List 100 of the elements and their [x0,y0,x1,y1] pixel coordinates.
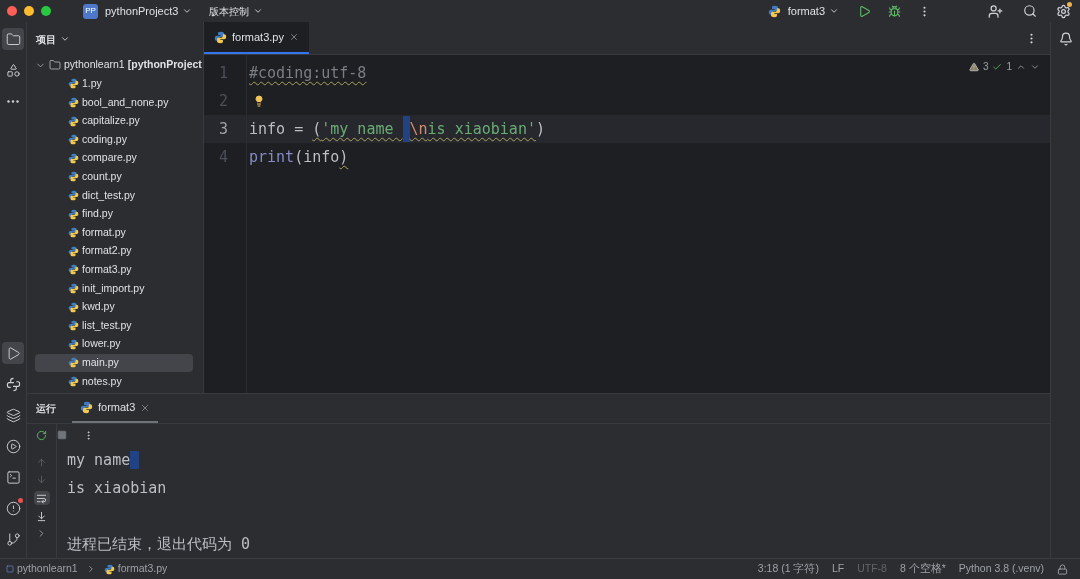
python-icon [68,264,79,276]
file-item[interactable]: count.py [35,167,193,187]
typo-icon [992,61,1003,72]
python-icon [68,171,79,183]
folder-icon [49,59,61,72]
file-item[interactable]: dict_test.py [35,186,193,205]
python-icon [68,227,79,239]
python-icon [68,338,79,350]
add-user-icon[interactable] [988,3,1003,19]
python-icon [68,245,79,257]
file-item[interactable]: 1.py [35,74,193,94]
typo-count[interactable]: 1 [1006,59,1012,74]
python-icon [68,115,79,127]
file-item[interactable]: lower.py [35,334,193,354]
file-item[interactable]: format2.py [35,241,193,261]
python-icon [68,375,79,387]
breadcrumb-item[interactable]: pythonlearn1 [17,561,78,577]
file-item[interactable]: kwd.py [35,297,193,317]
project-icon [5,31,21,47]
vcs-dropdown[interactable]: 版本控制 [209,3,264,19]
run-tool-button[interactable] [2,342,24,364]
file-item[interactable]: bool_and_none.py [35,93,193,112]
file-item[interactable]: capitalize.py [35,111,193,131]
warning-count[interactable]: 3 [982,59,989,74]
tree-folder[interactable]: pythonlearn1 [pythonProject [27,56,203,75]
module-icon [6,565,14,573]
minimize-window-button[interactable] [24,6,34,16]
status-item[interactable]: 8 个空格* [899,561,946,577]
run-icon[interactable] [858,4,871,18]
python-icon [767,4,781,18]
project-badge: PP [83,3,98,19]
file-item[interactable]: format.py [35,223,193,242]
line-number: 3 [204,115,246,143]
file-item[interactable]: notes.py [35,372,193,391]
project-dropdown[interactable]: pythonProject3 [105,2,193,20]
soft-wrap-button[interactable] [33,491,50,505]
python-icon [68,208,79,220]
terminal-icon [5,469,21,485]
warning-icon [968,61,979,72]
close-window-button[interactable] [7,6,17,16]
debug-icon[interactable] [888,4,901,18]
project-name: [pythonProject [127,57,202,73]
project-panel-title[interactable]: 项目 [36,31,70,47]
file-item[interactable]: format3.py [35,260,193,280]
python-icon [68,78,79,90]
status-item[interactable]: 3:18 (1 字符) [757,561,819,577]
breadcrumb-item[interactable]: format3.py [117,561,168,577]
status-item[interactable]: LF [831,561,845,577]
scroll-to-end-icon[interactable] [36,511,47,522]
git-icon [5,531,21,547]
status-item[interactable]: Python 3.8 (.venv) [958,561,1044,577]
run-config-dropdown[interactable]: format3 [787,2,839,20]
python-icon [68,320,79,332]
file-item[interactable]: init_import.py [35,279,193,298]
rerun-icon[interactable] [36,430,47,441]
structure-icon [5,62,21,78]
editor-tab[interactable]: format3.py [204,22,309,54]
settings-icon[interactable] [1056,3,1071,19]
chevron-down-icon [829,6,839,16]
python-icon [68,357,79,369]
more-icon [7,99,19,103]
close-icon[interactable] [288,32,299,42]
run-tab[interactable]: format3 [72,394,159,423]
layers-icon [5,407,21,423]
python-icon [68,152,79,164]
stop-icon[interactable] [57,430,67,440]
services-icon [5,438,21,454]
file-item[interactable]: main.py [35,353,193,373]
run-panel-title: 运行 [36,402,56,416]
close-icon[interactable] [140,402,151,413]
python-icon [68,97,79,108]
run-icon [5,345,21,361]
file-item[interactable]: coding.py [35,130,193,149]
code-line: print(info) [249,147,349,168]
console-output-line: my name [67,449,131,471]
search-icon[interactable] [1023,4,1037,18]
python-icon [103,563,115,575]
python-icon [214,30,227,44]
file-item[interactable]: list_test.py [35,316,193,335]
python-icon [68,301,79,313]
chevron-down-icon [182,6,193,16]
file-item[interactable]: find.py [35,204,193,224]
python-console-icon [5,376,21,392]
code-line: info = ('my name \nis xiaobian') [249,116,545,142]
python-icon [68,189,79,201]
lightbulb-icon[interactable] [253,95,265,107]
lock-icon[interactable] [1057,563,1068,575]
file-item[interactable]: compare.py [35,148,193,168]
maximize-window-button[interactable] [41,6,51,16]
problems-icon [5,500,21,516]
code-line: #coding:utf-8 [249,63,367,84]
chevron-down-icon [60,34,70,44]
project-tool-button[interactable] [2,28,24,50]
folder-label: pythonlearn1 [64,57,125,73]
python-icon [68,282,79,294]
notifications-icon[interactable] [1058,32,1073,46]
python-icon [68,134,79,146]
python-icon [80,401,93,414]
console-output-line: 进程已结束，退出代码为 0 [67,533,251,555]
console-output-line: is xiaobian [67,477,167,499]
